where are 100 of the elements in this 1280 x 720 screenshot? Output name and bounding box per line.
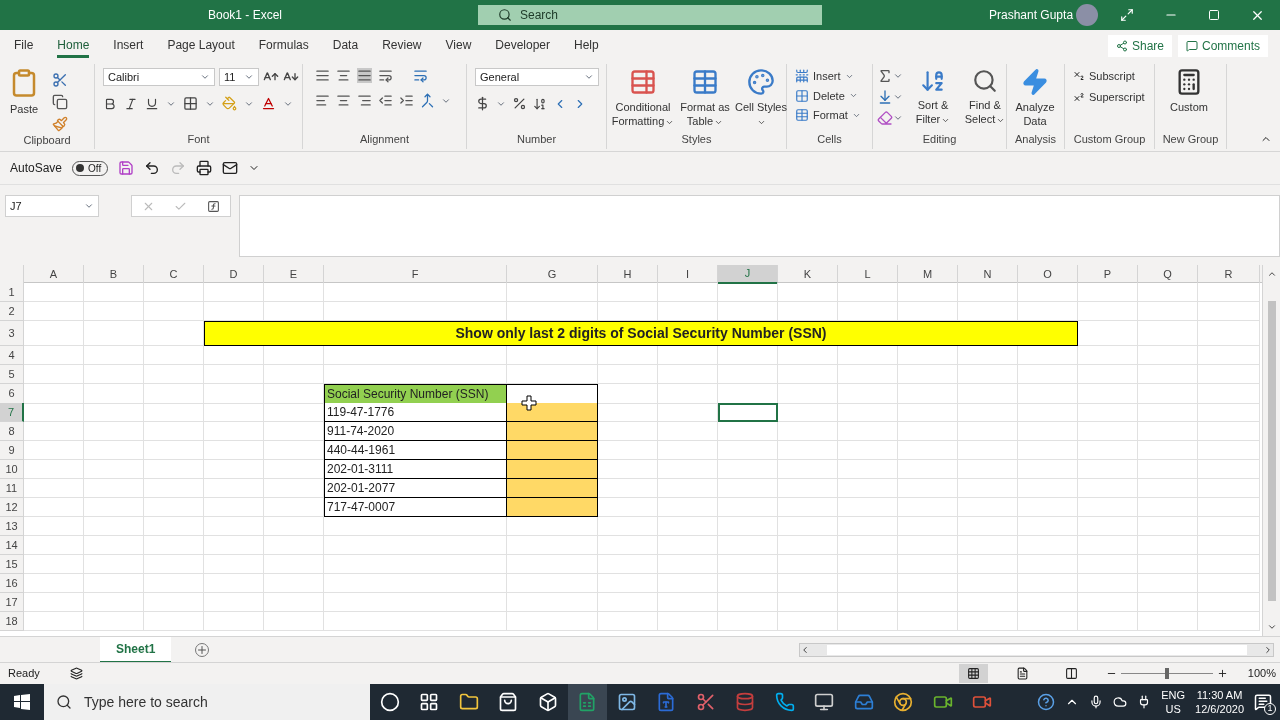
grid-cell[interactable] — [778, 441, 838, 460]
grid-cell[interactable] — [898, 574, 958, 593]
row-header[interactable]: 8 — [0, 422, 24, 441]
grid-cell[interactable] — [598, 498, 658, 517]
column-header[interactable]: C — [144, 265, 204, 284]
increase-indent-icon[interactable] — [399, 93, 414, 108]
grid-cell[interactable] — [1018, 612, 1078, 631]
grid-cell[interactable] — [144, 403, 204, 422]
grid-cell[interactable] — [84, 403, 144, 422]
row-header[interactable]: 11 — [0, 479, 24, 498]
column-header[interactable]: Q — [1138, 265, 1198, 284]
grid-cell[interactable] — [144, 536, 204, 555]
grid-cell[interactable] — [658, 460, 718, 479]
grid-cell[interactable] — [1078, 555, 1138, 574]
grid-cell[interactable] — [1078, 441, 1138, 460]
grid-cell[interactable] — [507, 536, 598, 555]
align-right-icon[interactable] — [357, 93, 372, 108]
ribbon-button[interactable]: Format — [813, 107, 848, 124]
grid-cell[interactable] — [1078, 302, 1138, 321]
caret-icon[interactable] — [893, 113, 903, 123]
grid-cell[interactable] — [1198, 441, 1260, 460]
grid-cell[interactable] — [658, 384, 718, 404]
grid-cell[interactable] — [24, 403, 84, 422]
grid-cell[interactable] — [1198, 517, 1260, 536]
grid-cell[interactable] — [658, 441, 718, 460]
grid-cell[interactable] — [1138, 460, 1198, 479]
browser-icon[interactable] — [893, 692, 914, 712]
grid-cell[interactable] — [84, 593, 144, 612]
menu-tab[interactable]: Help — [574, 34, 599, 58]
grid-cell[interactable] — [1138, 302, 1198, 321]
grid-cell[interactable] — [658, 517, 718, 536]
grid-cell[interactable] — [1018, 283, 1078, 302]
grid-cell[interactable] — [1138, 346, 1198, 365]
grid-cell[interactable] — [958, 403, 1018, 422]
grid-cell[interactable] — [24, 574, 84, 593]
menu-tab[interactable]: Data — [332, 34, 359, 58]
grid-cell[interactable] — [264, 517, 324, 536]
grid-cell[interactable] — [958, 422, 1018, 441]
grid-cell[interactable] — [144, 593, 204, 612]
grid-cell[interactable] — [718, 283, 778, 302]
size-select[interactable]: 11 — [219, 68, 259, 86]
database-app-icon[interactable] — [735, 692, 756, 712]
grid-cell[interactable] — [898, 555, 958, 574]
column-header[interactable]: D — [204, 265, 264, 284]
grid-cell[interactable] — [778, 283, 838, 302]
top-align-icon[interactable] — [315, 68, 330, 83]
grid-cell[interactable] — [778, 517, 838, 536]
grid-cell[interactable] — [1018, 441, 1078, 460]
grid-cell[interactable] — [507, 283, 598, 302]
page-break-icon[interactable] — [1064, 667, 1078, 680]
menu-tab[interactable]: Insert — [113, 34, 144, 58]
caret-icon[interactable] — [893, 92, 903, 102]
grid-cell[interactable] — [718, 593, 778, 612]
grid-cell[interactable] — [144, 384, 204, 404]
grid-cell[interactable] — [1018, 403, 1078, 422]
font-color-icon[interactable] — [261, 96, 276, 111]
grid-cell[interactable] — [144, 283, 204, 302]
grid-cell[interactable] — [838, 460, 898, 479]
grid-cell[interactable] — [838, 384, 898, 404]
grid-cell[interactable] — [1138, 555, 1198, 574]
box-icon[interactable] — [537, 692, 558, 712]
grid-cell[interactable] — [204, 555, 264, 574]
grid-cell[interactable] — [838, 555, 898, 574]
grid-cell[interactable] — [144, 302, 204, 321]
print-icon[interactable] — [196, 160, 213, 176]
grid-cell[interactable] — [204, 441, 264, 460]
grid-cell[interactable] — [1018, 555, 1078, 574]
grid-cell[interactable] — [838, 517, 898, 536]
grid-cell[interactable] — [1138, 403, 1198, 422]
row-header[interactable]: 6 — [0, 384, 24, 404]
row-header[interactable]: 10 — [0, 460, 24, 479]
grid-cell[interactable] — [144, 346, 204, 365]
grid-cell[interactable] — [778, 346, 838, 365]
delete-cells-icon[interactable] — [795, 88, 809, 103]
grid-cell[interactable] — [658, 593, 718, 612]
grid-cell[interactable] — [958, 365, 1018, 384]
grid-cell[interactable] — [1078, 612, 1138, 631]
row-header[interactable]: 9 — [0, 441, 24, 460]
grid-cell[interactable] — [718, 536, 778, 555]
grid-cell[interactable] — [144, 460, 204, 479]
grid-cell[interactable] — [144, 365, 204, 384]
cloud-icon[interactable] — [1113, 695, 1128, 709]
grid-cell[interactable] — [204, 536, 264, 555]
grid-cell[interactable] — [838, 612, 898, 631]
grid-cell[interactable] — [778, 593, 838, 612]
italic-icon[interactable] — [124, 96, 138, 111]
grid-cell[interactable] — [324, 346, 507, 365]
grid-cell[interactable] — [1138, 536, 1198, 555]
grid-cell[interactable] — [958, 283, 1018, 302]
vertical-scrollbar[interactable] — [1262, 265, 1280, 636]
grid-cell[interactable] — [144, 498, 204, 517]
grid-cell[interactable] — [838, 593, 898, 612]
grid-cell[interactable] — [778, 460, 838, 479]
language-text[interactable]: ENG — [1161, 688, 1186, 702]
fill-color-icon[interactable] — [222, 96, 237, 111]
caret-icon[interactable] — [200, 72, 210, 82]
grid-cell[interactable] — [24, 460, 84, 479]
active-cell[interactable] — [718, 403, 778, 422]
grid-cell[interactable] — [718, 460, 778, 479]
grid-cell[interactable] — [1198, 422, 1260, 441]
